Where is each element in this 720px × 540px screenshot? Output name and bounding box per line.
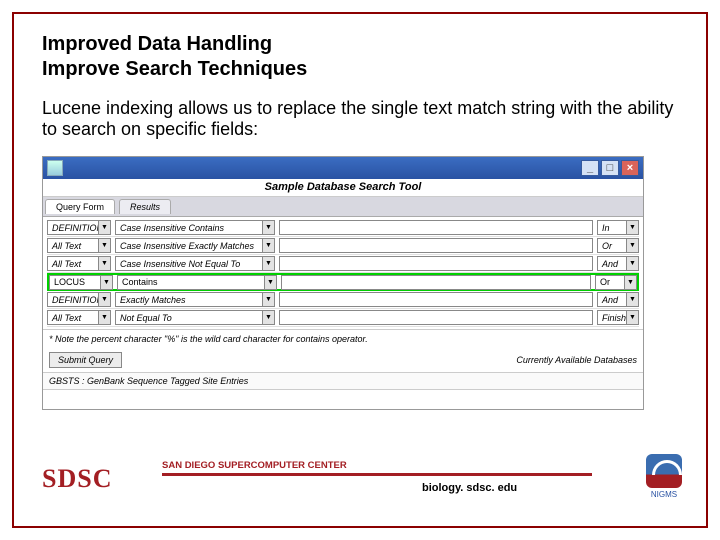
chevron-down-icon: ▼: [262, 311, 274, 324]
operator-dropdown[interactable]: Not Equal To▼: [115, 310, 275, 325]
app-screenshot: _ □ × Sample Database Search Tool Query …: [42, 156, 644, 410]
chevron-down-icon: ▼: [98, 221, 110, 234]
field-dropdown[interactable]: All Text▼: [47, 256, 111, 271]
wildcard-note: * Note the percent character "%" is the …: [43, 329, 643, 348]
title-line-2: Improve Search Techniques: [42, 58, 307, 80]
query-row: All Text▼ Not Equal To▼ Finished▼: [47, 309, 639, 327]
minimize-button[interactable]: _: [581, 160, 599, 176]
chevron-down-icon: ▼: [98, 311, 110, 324]
chevron-down-icon: ▼: [98, 257, 110, 270]
value-input[interactable]: [279, 292, 593, 307]
nigms-logo-icon: [646, 454, 682, 488]
chevron-down-icon: ▼: [262, 257, 274, 270]
value-input[interactable]: [279, 220, 593, 235]
operator-dropdown[interactable]: Contains▼: [117, 275, 277, 290]
connector-dropdown[interactable]: Or▼: [595, 275, 637, 290]
chevron-down-icon: ▼: [626, 293, 638, 306]
operator-dropdown[interactable]: Case Insensitive Contains▼: [115, 220, 275, 235]
database-list-entry: GBSTS : GenBank Sequence Tagged Site Ent…: [43, 372, 643, 390]
connector-dropdown[interactable]: And▼: [597, 256, 639, 271]
field-dropdown[interactable]: DEFINITION▼: [47, 220, 111, 235]
query-row: All Text▼ Case Insensitive Exactly Match…: [47, 237, 639, 255]
chevron-down-icon: ▼: [262, 293, 274, 306]
query-form: DEFINITION▼ Case Insensitive Contains▼ I…: [43, 217, 643, 329]
footer-url: biology. sdsc. edu: [422, 482, 517, 494]
slide-description: Lucene indexing allows us to replace the…: [42, 98, 678, 140]
submit-row: Submit Query Currently Available Databas…: [43, 348, 643, 372]
query-row-highlighted: LOCUS▼ Contains▼ Or▼: [47, 273, 639, 291]
org-name: SAN DIEGO SUPERCOMPUTER CENTER: [162, 460, 592, 476]
value-input[interactable]: [279, 238, 593, 253]
tab-row: Query Form Results: [43, 197, 643, 217]
field-dropdown[interactable]: All Text▼: [47, 310, 111, 325]
chevron-down-icon: ▼: [98, 239, 110, 252]
chevron-down-icon: ▼: [626, 311, 638, 324]
value-input[interactable]: [281, 275, 591, 290]
connector-dropdown[interactable]: And▼: [597, 292, 639, 307]
tab-results[interactable]: Results: [119, 199, 171, 214]
maximize-button[interactable]: □: [601, 160, 619, 176]
query-row: DEFINITION▼ Case Insensitive Contains▼ I…: [47, 219, 639, 237]
window-titlebar: _ □ ×: [43, 157, 643, 179]
field-dropdown[interactable]: DEFINITION▼: [47, 292, 111, 307]
operator-dropdown[interactable]: Exactly Matches▼: [115, 292, 275, 307]
chevron-down-icon: ▼: [624, 276, 636, 289]
chevron-down-icon: ▼: [98, 293, 110, 306]
nigms-label: NIGMS: [646, 490, 682, 499]
submit-query-button[interactable]: Submit Query: [49, 352, 122, 368]
app-title: Sample Database Search Tool: [43, 179, 643, 197]
chevron-down-icon: ▼: [626, 221, 638, 234]
query-row: DEFINITION▼ Exactly Matches▼ And▼: [47, 291, 639, 309]
field-dropdown[interactable]: All Text▼: [47, 238, 111, 253]
field-dropdown[interactable]: LOCUS▼: [49, 275, 113, 290]
chevron-down-icon: ▼: [264, 276, 276, 289]
sdsc-logo: SDSC: [42, 464, 112, 494]
operator-dropdown[interactable]: Case Insensitive Exactly Matches▼: [115, 238, 275, 253]
value-input[interactable]: [279, 256, 593, 271]
app-icon: [47, 160, 63, 176]
tab-query-form[interactable]: Query Form: [45, 199, 115, 214]
query-row: All Text▼ Case Insensitive Not Equal To▼…: [47, 255, 639, 273]
chevron-down-icon: ▼: [626, 239, 638, 252]
value-input[interactable]: [279, 310, 593, 325]
title-line-1: Improved Data Handling: [42, 33, 272, 55]
slide-footer: SDSC SAN DIEGO SUPERCOMPUTER CENTER biol…: [42, 456, 678, 506]
nigms-block: NIGMS: [646, 454, 682, 499]
slide-title: Improved Data Handling Improve Search Te…: [42, 32, 678, 82]
chevron-down-icon: ▼: [262, 221, 274, 234]
chevron-down-icon: ▼: [100, 276, 112, 289]
operator-dropdown[interactable]: Case Insensitive Not Equal To▼: [115, 256, 275, 271]
connector-dropdown[interactable]: Finished▼: [597, 310, 639, 325]
connector-dropdown[interactable]: In▼: [597, 220, 639, 235]
chevron-down-icon: ▼: [262, 239, 274, 252]
available-databases-label: Currently Available Databases: [516, 355, 637, 365]
chevron-down-icon: ▼: [626, 257, 638, 270]
close-button[interactable]: ×: [621, 160, 639, 176]
connector-dropdown[interactable]: Or▼: [597, 238, 639, 253]
